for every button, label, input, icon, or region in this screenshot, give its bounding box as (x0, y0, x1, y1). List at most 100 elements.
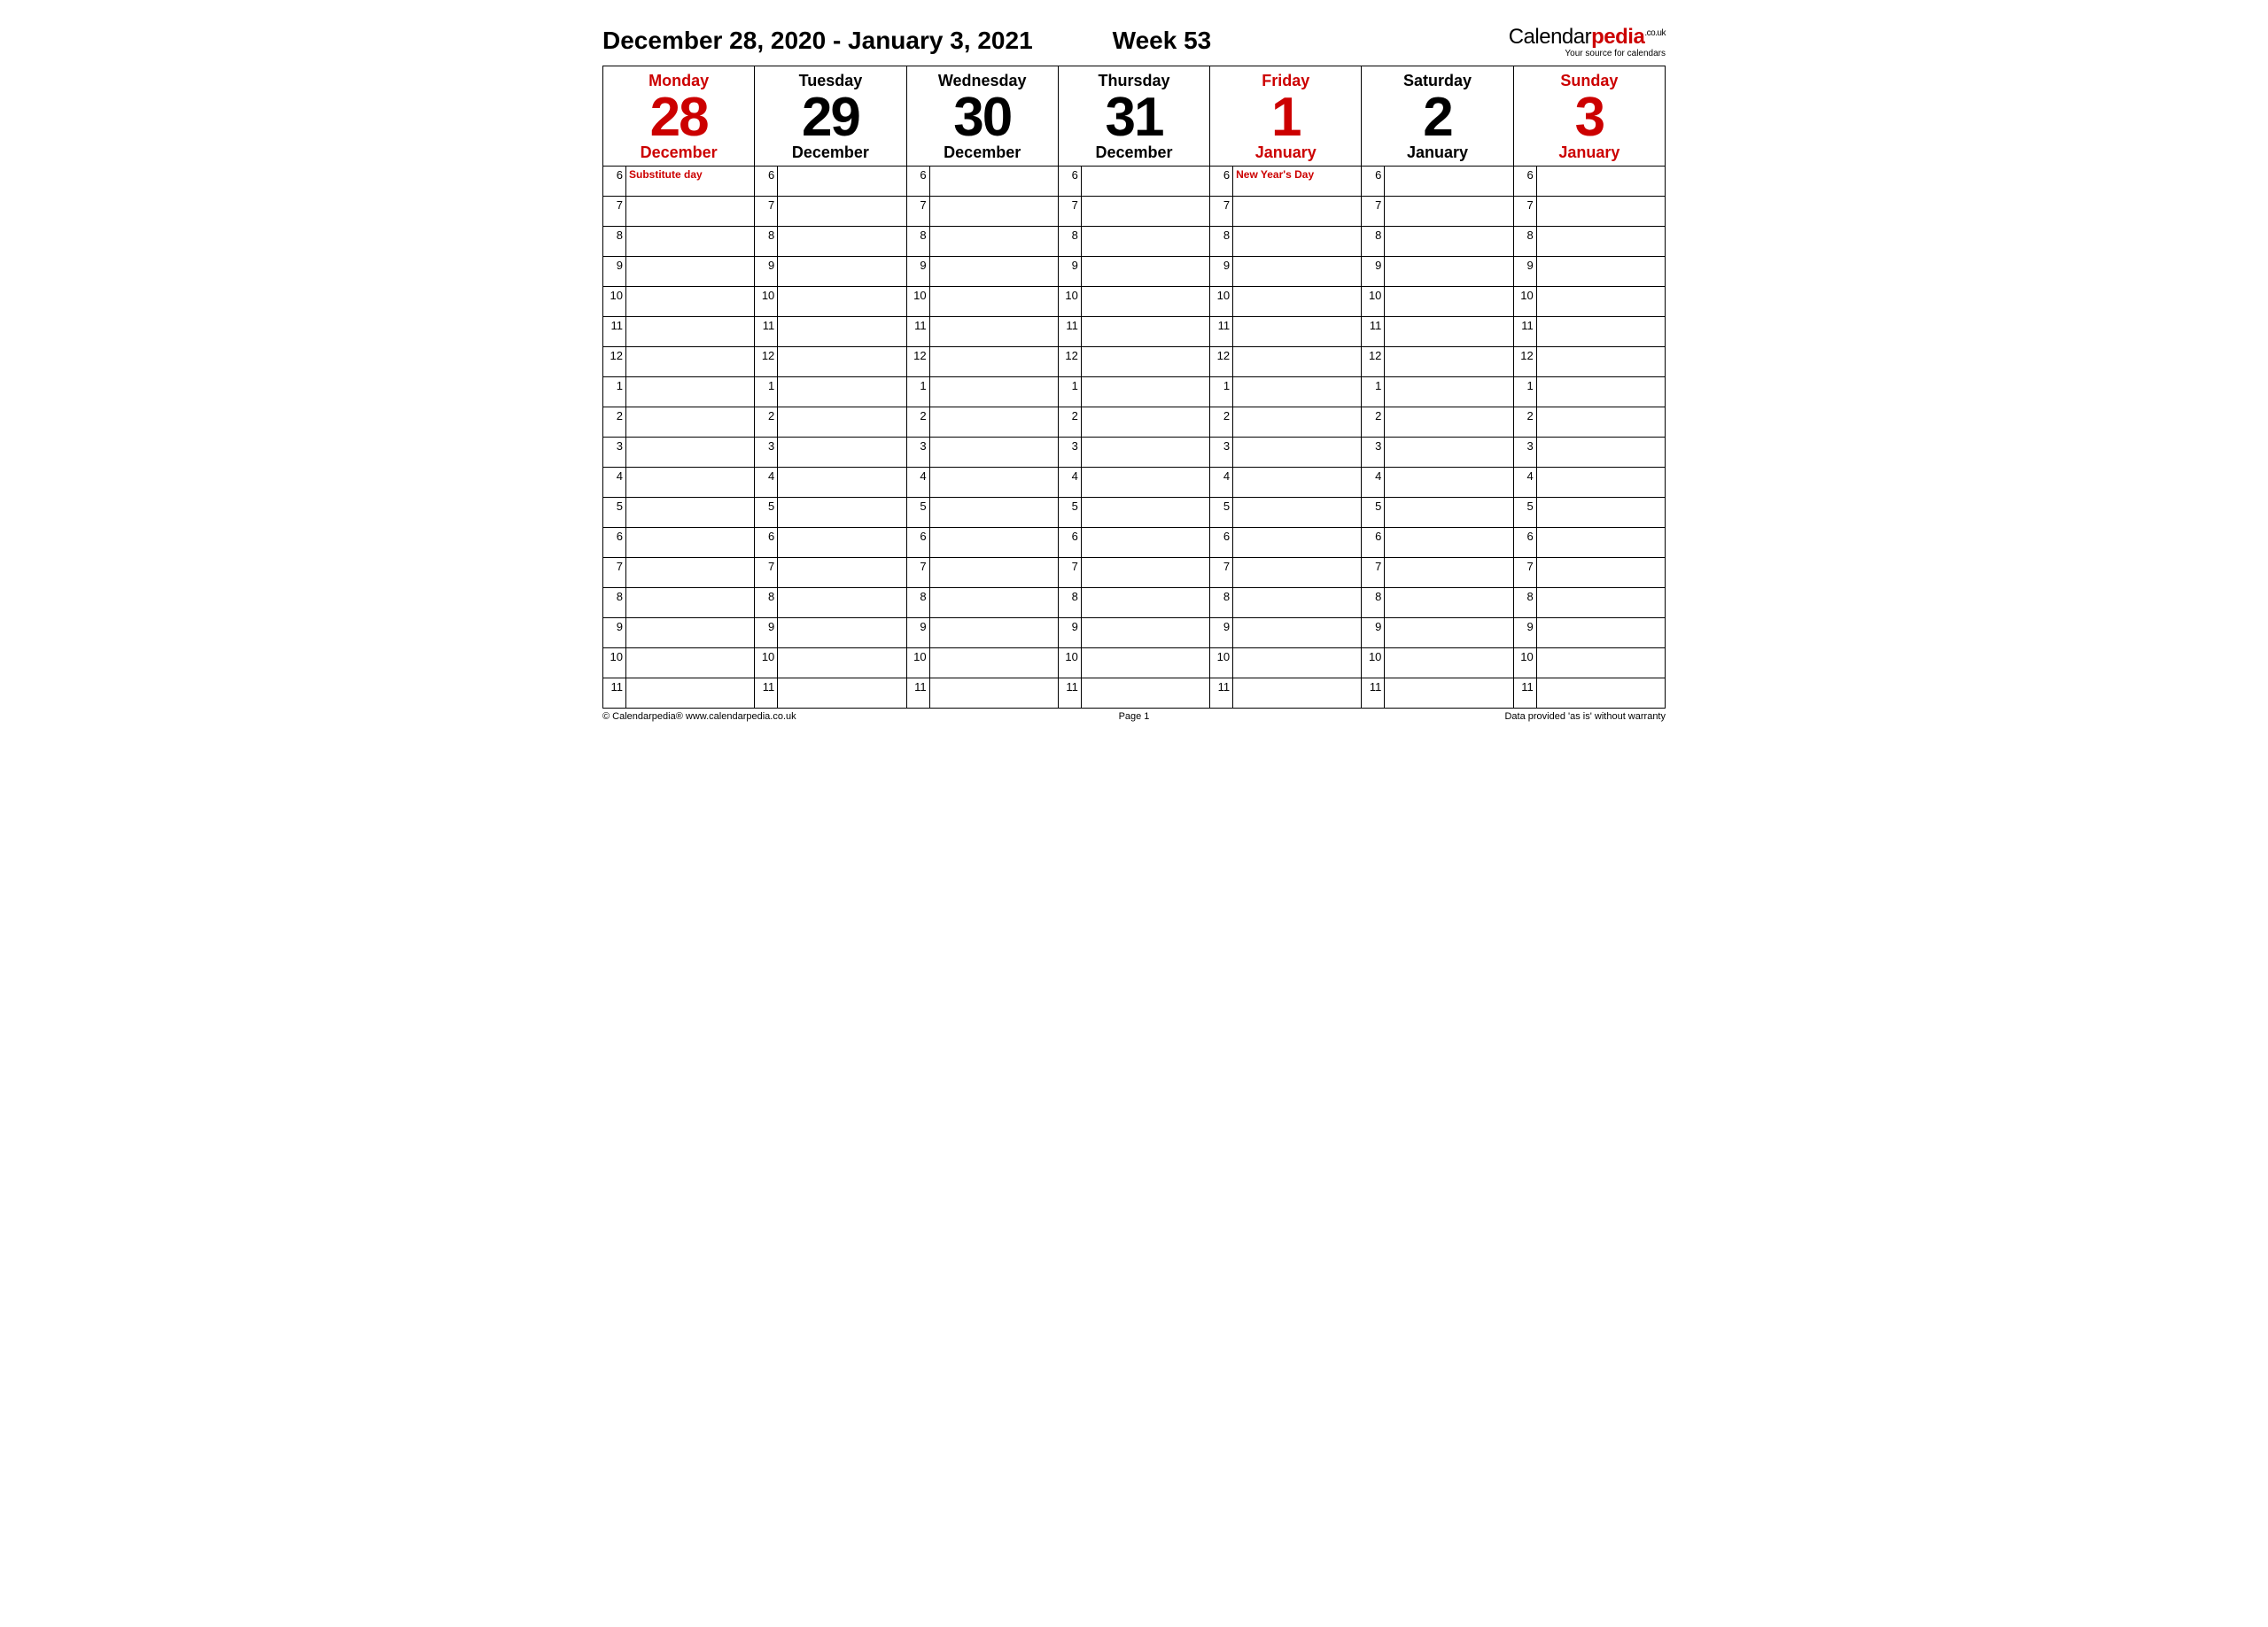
hour-cell[interactable]: 9 (603, 618, 755, 648)
hour-cell[interactable]: 6 (906, 167, 1058, 197)
hour-cell[interactable]: 5 (755, 498, 906, 528)
hour-cell[interactable]: 12 (603, 347, 755, 377)
hour-cell[interactable]: 2 (755, 407, 906, 438)
hour-cell[interactable]: 8 (1058, 588, 1209, 618)
hour-cell[interactable]: 2 (1362, 407, 1513, 438)
hour-cell[interactable]: 7 (1362, 558, 1513, 588)
hour-cell[interactable]: 7 (755, 558, 906, 588)
hour-cell[interactable]: 10 (906, 287, 1058, 317)
hour-cell[interactable]: 2 (603, 407, 755, 438)
hour-cell[interactable]: 1 (603, 377, 755, 407)
hour-cell[interactable]: 9 (1513, 257, 1665, 287)
hour-cell[interactable]: 10 (1058, 648, 1209, 678)
hour-cell[interactable]: 7 (1058, 558, 1209, 588)
hour-cell[interactable]: 11 (906, 678, 1058, 709)
hour-cell[interactable]: 6New Year's Day (1210, 167, 1362, 197)
hour-cell[interactable]: 6Substitute day (603, 167, 755, 197)
hour-cell[interactable]: 6 (1362, 167, 1513, 197)
hour-cell[interactable]: 8 (755, 227, 906, 257)
hour-cell[interactable]: 7 (1210, 558, 1362, 588)
hour-cell[interactable]: 1 (755, 377, 906, 407)
hour-cell[interactable]: 1 (1362, 377, 1513, 407)
hour-cell[interactable]: 6 (1362, 528, 1513, 558)
hour-cell[interactable]: 5 (906, 498, 1058, 528)
hour-cell[interactable]: 12 (906, 347, 1058, 377)
hour-cell[interactable]: 6 (603, 528, 755, 558)
hour-cell[interactable]: 11 (1513, 317, 1665, 347)
hour-cell[interactable]: 8 (1058, 227, 1209, 257)
hour-cell[interactable]: 7 (603, 558, 755, 588)
hour-cell[interactable]: 8 (1210, 588, 1362, 618)
hour-cell[interactable]: 3 (1513, 438, 1665, 468)
hour-cell[interactable]: 7 (1513, 197, 1665, 227)
hour-cell[interactable]: 9 (1058, 618, 1209, 648)
hour-cell[interactable]: 10 (603, 287, 755, 317)
hour-cell[interactable]: 9 (603, 257, 755, 287)
hour-cell[interactable]: 4 (1210, 468, 1362, 498)
hour-cell[interactable]: 6 (906, 528, 1058, 558)
hour-cell[interactable]: 2 (1058, 407, 1209, 438)
hour-cell[interactable]: 9 (1210, 618, 1362, 648)
hour-cell[interactable]: 9 (1058, 257, 1209, 287)
hour-cell[interactable]: 4 (906, 468, 1058, 498)
hour-cell[interactable]: 10 (906, 648, 1058, 678)
hour-cell[interactable]: 4 (603, 468, 755, 498)
hour-cell[interactable]: 7 (906, 197, 1058, 227)
hour-cell[interactable]: 5 (1058, 498, 1209, 528)
hour-cell[interactable]: 3 (906, 438, 1058, 468)
hour-cell[interactable]: 11 (1513, 678, 1665, 709)
hour-cell[interactable]: 2 (906, 407, 1058, 438)
hour-cell[interactable]: 8 (1513, 588, 1665, 618)
hour-cell[interactable]: 5 (1210, 498, 1362, 528)
hour-cell[interactable]: 11 (1362, 317, 1513, 347)
hour-cell[interactable]: 6 (1210, 528, 1362, 558)
hour-cell[interactable]: 7 (603, 197, 755, 227)
hour-cell[interactable]: 11 (906, 317, 1058, 347)
hour-cell[interactable]: 1 (1058, 377, 1209, 407)
hour-cell[interactable]: 5 (1362, 498, 1513, 528)
hour-cell[interactable]: 11 (603, 317, 755, 347)
hour-cell[interactable]: 3 (755, 438, 906, 468)
hour-cell[interactable]: 7 (1362, 197, 1513, 227)
hour-cell[interactable]: 10 (755, 287, 906, 317)
hour-cell[interactable]: 9 (906, 618, 1058, 648)
hour-cell[interactable]: 3 (603, 438, 755, 468)
hour-cell[interactable]: 10 (1362, 287, 1513, 317)
hour-cell[interactable]: 12 (1058, 347, 1209, 377)
hour-cell[interactable]: 9 (906, 257, 1058, 287)
hour-cell[interactable]: 11 (755, 678, 906, 709)
hour-cell[interactable]: 7 (1210, 197, 1362, 227)
hour-cell[interactable]: 5 (603, 498, 755, 528)
hour-cell[interactable]: 9 (755, 618, 906, 648)
hour-cell[interactable]: 8 (1362, 227, 1513, 257)
hour-cell[interactable]: 1 (1513, 377, 1665, 407)
hour-cell[interactable]: 7 (1513, 558, 1665, 588)
hour-cell[interactable]: 7 (1058, 197, 1209, 227)
hour-cell[interactable]: 8 (1362, 588, 1513, 618)
hour-cell[interactable]: 7 (755, 197, 906, 227)
hour-cell[interactable]: 10 (1513, 287, 1665, 317)
hour-cell[interactable]: 12 (1210, 347, 1362, 377)
hour-cell[interactable]: 9 (755, 257, 906, 287)
hour-cell[interactable]: 11 (755, 317, 906, 347)
hour-cell[interactable]: 8 (755, 588, 906, 618)
hour-cell[interactable]: 3 (1210, 438, 1362, 468)
hour-cell[interactable]: 11 (1210, 317, 1362, 347)
hour-cell[interactable]: 11 (603, 678, 755, 709)
hour-cell[interactable]: 6 (1058, 167, 1209, 197)
hour-cell[interactable]: 11 (1058, 317, 1209, 347)
hour-cell[interactable]: 9 (1210, 257, 1362, 287)
hour-cell[interactable]: 10 (1210, 648, 1362, 678)
hour-cell[interactable]: 10 (755, 648, 906, 678)
hour-cell[interactable]: 8 (603, 227, 755, 257)
hour-cell[interactable]: 10 (1362, 648, 1513, 678)
hour-cell[interactable]: 9 (1513, 618, 1665, 648)
hour-cell[interactable]: 2 (1513, 407, 1665, 438)
hour-cell[interactable]: 12 (1513, 347, 1665, 377)
hour-cell[interactable]: 8 (603, 588, 755, 618)
hour-cell[interactable]: 4 (1058, 468, 1209, 498)
hour-cell[interactable]: 6 (1513, 167, 1665, 197)
hour-cell[interactable]: 11 (1362, 678, 1513, 709)
hour-cell[interactable]: 11 (1210, 678, 1362, 709)
hour-cell[interactable]: 3 (1058, 438, 1209, 468)
